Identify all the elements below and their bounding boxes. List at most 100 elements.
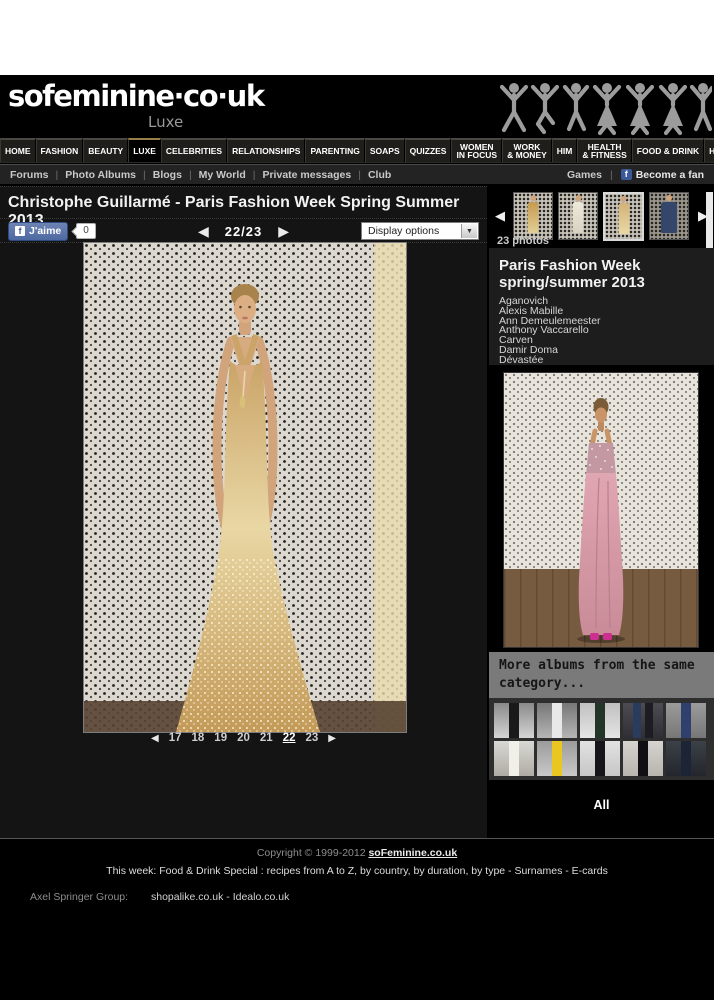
- facebook-like-count: 0: [76, 223, 96, 239]
- site-footer: Copyright © 1999-2012 soFeminine.co.uk T…: [0, 838, 714, 1000]
- page-link-21[interactable]: 21: [260, 732, 273, 744]
- nav-item-parenting[interactable]: PARENTING: [305, 138, 364, 162]
- previous-page-icon[interactable]: ◀: [151, 733, 159, 744]
- photo-navigation: ◀ 22/23 ▶: [198, 224, 289, 239]
- site-logo[interactable]: sofeminine·co·uk: [8, 79, 264, 113]
- thumbnail-figure: [661, 202, 677, 233]
- album-thumbnail[interactable]: [666, 703, 706, 738]
- album-info-box: Paris Fashion Week spring/summer 2013 Ag…: [489, 248, 714, 365]
- page-edge-sliver: [706, 192, 713, 249]
- album-thumbnail[interactable]: [623, 741, 663, 776]
- nav-item-beauty[interactable]: BEAUTY: [83, 138, 128, 162]
- thumbnail-figure: [528, 202, 539, 233]
- nav-item-him[interactable]: HIM: [552, 138, 578, 162]
- page-link-18[interactable]: 18: [192, 732, 205, 744]
- sofeminine-gallery-page: sofeminine·co·uk Luxe HOME FASHION BEAUT…: [0, 0, 714, 1000]
- album-thumbnail[interactable]: [494, 741, 534, 776]
- page-link-17[interactable]: 17: [169, 732, 182, 744]
- facebook-icon: f: [15, 226, 25, 236]
- community-links: Forums Photo Albums Blogs My World Priva…: [10, 169, 391, 181]
- designer-list: Aganovich Alexis Mabille Ann Demeulemees…: [499, 297, 704, 366]
- facebook-like-button[interactable]: f J'aime: [8, 222, 68, 241]
- this-week-line[interactable]: This week: Food & Drink Special : recipe…: [0, 865, 714, 877]
- gallery-controls: f J'aime 0 ◀ 22/23 ▶ Display options ▼: [0, 220, 487, 243]
- sofeminine-footer-link[interactable]: soFeminine.co.uk: [368, 847, 457, 859]
- subnav-photo-albums[interactable]: Photo Albums: [49, 169, 137, 181]
- nav-item-home[interactable]: HOME: [0, 138, 36, 162]
- subnav-private-messages[interactable]: Private messages: [246, 169, 351, 181]
- photo-position-counter: 22/23: [225, 224, 263, 239]
- chevron-down-icon[interactable]: ▼: [461, 224, 477, 238]
- album-thumbnail[interactable]: [666, 741, 706, 776]
- album-thumbnail[interactable]: [494, 703, 534, 738]
- gallery-sidebar: ◀ ▶ 23 photos Paris Fashion Week spring/…: [489, 186, 714, 838]
- display-options-select[interactable]: Display options ▼: [361, 222, 479, 240]
- subnav-blogs[interactable]: Blogs: [136, 169, 182, 181]
- related-albums-grid: [489, 698, 714, 780]
- page-link-19[interactable]: 19: [214, 732, 227, 744]
- next-page-icon[interactable]: ▶: [328, 733, 336, 744]
- subnav-separator: |: [610, 169, 613, 181]
- nav-item-relationships[interactable]: RELATIONSHIPS: [227, 138, 305, 162]
- thumbnail-figure: [618, 203, 629, 234]
- designer-link-devastee[interactable]: Dévastée: [499, 356, 704, 366]
- album-thumbnail[interactable]: [580, 703, 620, 738]
- page-link-22-current[interactable]: 22: [283, 732, 296, 744]
- album-thumbnail[interactable]: [537, 703, 577, 738]
- site-header: sofeminine·co·uk Luxe: [0, 75, 714, 138]
- jumping-people-illustration: [500, 79, 712, 137]
- gallery-main-panel: Christophe Guillarmé - Paris Fashion Wee…: [0, 186, 487, 838]
- sidebar-runway-photo[interactable]: [503, 372, 699, 648]
- thumbnail-pagination: ◀ 17 18 19 20 21 22 23 ▶: [0, 732, 487, 744]
- next-photo-icon[interactable]: ▶: [278, 224, 289, 238]
- album-title[interactable]: Paris Fashion Week spring/summer 2013: [499, 257, 689, 291]
- subnav-forums[interactable]: Forums: [10, 169, 49, 181]
- carousel-previous-icon[interactable]: ◀: [495, 208, 505, 224]
- gold-dress-photo-illustration: [84, 243, 406, 732]
- photo-count-label: 23 photos: [497, 235, 549, 247]
- subnav-games[interactable]: Games: [567, 169, 602, 181]
- carousel-thumbnail-4[interactable]: [649, 192, 689, 240]
- nav-item-work-money[interactable]: WORK & MONEY: [502, 138, 552, 162]
- subnav-my-world[interactable]: My World: [182, 169, 246, 181]
- nav-item-health-fitness[interactable]: HEALTH & FITNESS: [577, 138, 631, 162]
- thumbnail-figure: [573, 202, 584, 233]
- pink-dress-photo-illustration: [504, 373, 698, 647]
- main-runway-photo[interactable]: [83, 242, 407, 733]
- nav-item-soaps[interactable]: SOAPS: [365, 138, 405, 162]
- more-albums-heading: More albums from the same category...: [489, 652, 714, 700]
- carousel-thumbnail-1[interactable]: [513, 192, 553, 240]
- nav-item-quizzes[interactable]: QUIZZES: [405, 138, 452, 162]
- axel-springer-label: Axel Springer Group:: [30, 891, 128, 903]
- album-thumbnail[interactable]: [580, 741, 620, 776]
- nav-item-celebrities[interactable]: CELEBRITIES: [161, 138, 227, 162]
- gallery-title: Christophe Guillarmé - Paris Fashion Wee…: [0, 186, 487, 219]
- page-link-20[interactable]: 20: [237, 732, 250, 744]
- album-thumbnail[interactable]: [537, 741, 577, 776]
- become-a-fan-link[interactable]: Become a fan: [636, 169, 704, 181]
- display-options-value: Display options: [368, 225, 439, 237]
- nav-item-women-in-focus[interactable]: WOMEN IN FOCUS: [451, 138, 502, 162]
- album-thumbnail[interactable]: [623, 703, 663, 738]
- primary-navigation: HOME FASHION BEAUTY LUXE CELEBRITIES REL…: [0, 138, 714, 163]
- subnav-club[interactable]: Club: [351, 169, 391, 181]
- nav-item-fashion[interactable]: FASHION: [36, 138, 84, 162]
- facebook-like-widget: f J'aime 0: [8, 222, 96, 241]
- facebook-icon: f: [621, 169, 632, 180]
- axel-springer-links[interactable]: shopalike.co.uk - Idealo.co.uk: [151, 891, 289, 903]
- nav-item-horoscopes[interactable]: HOROSCOPES: [704, 138, 714, 162]
- facebook-like-label: J'aime: [29, 225, 61, 237]
- site-logo-luxe-label: Luxe: [148, 113, 183, 131]
- carousel-thumbnail-3-selected[interactable]: [603, 192, 644, 241]
- copyright-text: Copyright © 1999-2012: [257, 847, 369, 859]
- subnav-right: Games | f Become a fan: [567, 169, 704, 181]
- axel-springer-line: Axel Springer Group: shopalike.co.uk - I…: [30, 891, 714, 903]
- previous-photo-icon[interactable]: ◀: [198, 224, 209, 238]
- page-link-23[interactable]: 23: [305, 732, 318, 744]
- nav-item-luxe[interactable]: LUXE: [128, 138, 161, 162]
- copyright-line: Copyright © 1999-2012 soFeminine.co.uk: [0, 847, 714, 859]
- carousel-thumbnail-2[interactable]: [558, 192, 598, 240]
- nav-item-food-drink[interactable]: FOOD & DRINK: [632, 138, 704, 162]
- secondary-navigation: Forums Photo Albums Blogs My World Priva…: [0, 164, 714, 185]
- all-albums-link[interactable]: All: [489, 798, 714, 812]
